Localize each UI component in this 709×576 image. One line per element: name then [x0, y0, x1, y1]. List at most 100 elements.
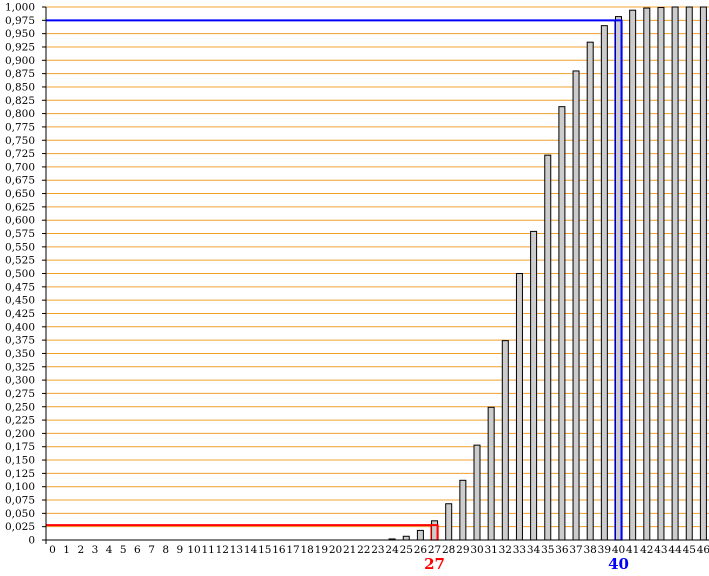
x-tick-label: 18	[301, 544, 314, 556]
x-tick-label: 11	[201, 544, 214, 556]
bar-36	[558, 106, 566, 541]
y-tick-label: 0,175	[5, 441, 35, 453]
x-tick-label: 31	[484, 544, 497, 556]
y-tick-label: 0,550	[5, 241, 35, 253]
y-tick-label: 0,225	[5, 415, 35, 427]
y-tick-label: 0,850	[5, 81, 35, 93]
bar-31	[487, 406, 495, 541]
x-tick-label: 24	[385, 544, 399, 556]
y-tick-label: 0,025	[5, 521, 35, 533]
bar-35	[544, 154, 552, 541]
axes	[42, 6, 709, 544]
x-tick-label: 6	[134, 544, 141, 556]
bar-42	[643, 7, 651, 541]
y-tick-label: 0,125	[5, 468, 35, 480]
bar-30	[473, 444, 481, 541]
bar-44	[671, 6, 679, 541]
x-tick-label: 7	[148, 544, 155, 556]
x-tick-label: 22	[357, 544, 370, 556]
y-tick-label: 0,750	[5, 135, 35, 147]
y-tick-label: 0,200	[5, 428, 35, 440]
x-tick-label: 30	[470, 544, 483, 556]
x-tick-label: 33	[513, 544, 526, 556]
y-tick-label: 0,575	[5, 228, 35, 240]
x-tick-label: 36	[555, 544, 569, 556]
marker-labels: 27 40	[424, 555, 629, 573]
y-tick-label: 0	[28, 535, 35, 547]
x-tick-label: 1	[63, 544, 70, 556]
y-tick-label: 0,700	[5, 161, 35, 173]
y-tick-label: 0,475	[5, 281, 35, 293]
x-tick-label: 44	[668, 544, 682, 556]
y-tick-label: 0,725	[5, 148, 35, 160]
x-tick-label: 29	[456, 544, 469, 556]
y-tick-label: 0,500	[5, 268, 35, 280]
x-tick-label: 12	[216, 544, 229, 556]
x-tick-label: 23	[371, 544, 384, 556]
y-tick-label: 0,525	[5, 255, 35, 267]
y-tick-label: 0,400	[5, 321, 35, 333]
y-tick-label: 0,450	[5, 295, 35, 307]
y-tick-label: 0,100	[5, 481, 35, 493]
y-tick-label: 0,250	[5, 401, 35, 413]
y-tick-label: 0,650	[5, 188, 35, 200]
y-tick-label: 0,275	[5, 388, 35, 400]
x-tick-label: 4	[106, 544, 113, 556]
x-tick-label: 15	[258, 544, 271, 556]
bar-26	[416, 529, 424, 541]
x-tick-label: 13	[230, 544, 243, 556]
bar-39	[600, 25, 608, 541]
bar-37	[572, 70, 580, 541]
y-tick-labels: 0 0,0250,0500,075 0,1000,1250,150 0,1750,20…	[5, 2, 35, 547]
x-tick-label: 42	[640, 544, 653, 556]
y-tick-label: 0,775	[5, 121, 35, 133]
y-tick-label: 0,625	[5, 201, 35, 213]
x-tick-label: 16	[272, 544, 286, 556]
grid-lines	[46, 6, 709, 528]
bar-28	[445, 503, 453, 541]
y-tick-label: 0,975	[5, 15, 35, 27]
lower-marker-label: 27	[424, 555, 445, 573]
y-tick-label: 0,950	[5, 28, 35, 40]
y-tick-label: 0,875	[5, 68, 35, 80]
x-tick-label: 43	[654, 544, 667, 556]
x-tick-label: 5	[120, 544, 127, 556]
x-tick-label: 19	[315, 544, 328, 556]
bar-34	[530, 230, 538, 541]
x-tick-label: 35	[541, 544, 554, 556]
bar-33	[515, 273, 523, 541]
x-tick-label: 21	[343, 544, 356, 556]
x-tick-label: 10	[187, 544, 200, 556]
bar-41	[629, 9, 637, 541]
x-tick-label: 20	[329, 544, 342, 556]
bar-25	[402, 535, 410, 541]
x-tick-label: 17	[286, 544, 299, 556]
y-tick-label: 0,050	[5, 508, 35, 520]
y-tick-label: 0,925	[5, 41, 35, 53]
x-tick-label: 3	[92, 544, 99, 556]
y-tick-label: 0,350	[5, 348, 35, 360]
x-tick-label: 45	[683, 544, 696, 556]
x-tick-label: 38	[584, 544, 597, 556]
y-tick-label: 0,600	[5, 215, 35, 227]
bar-32	[501, 340, 509, 541]
x-tick-label: 46	[697, 544, 709, 556]
bar-38	[586, 41, 594, 541]
x-tick-label: 0	[49, 544, 56, 556]
bar-29	[459, 479, 467, 541]
bar-43	[657, 7, 665, 541]
y-tick-label: 0,900	[5, 55, 35, 67]
y-tick-label: 0,325	[5, 361, 35, 373]
y-tick-label: 0,150	[5, 455, 35, 467]
x-tick-label: 32	[499, 544, 512, 556]
x-tick-label: 14	[244, 544, 258, 556]
y-tick-label: 0,825	[5, 95, 35, 107]
x-tick-label: 34	[527, 544, 541, 556]
bar-45	[685, 6, 693, 541]
y-tick-label: 0,800	[5, 108, 35, 120]
y-tick-label: 1,000	[5, 2, 35, 14]
y-tick-label: 0,375	[5, 335, 35, 347]
y-tick-label: 0,075	[5, 495, 35, 507]
y-tick-label: 0,425	[5, 308, 35, 320]
upper-marker-label: 40	[608, 555, 629, 573]
